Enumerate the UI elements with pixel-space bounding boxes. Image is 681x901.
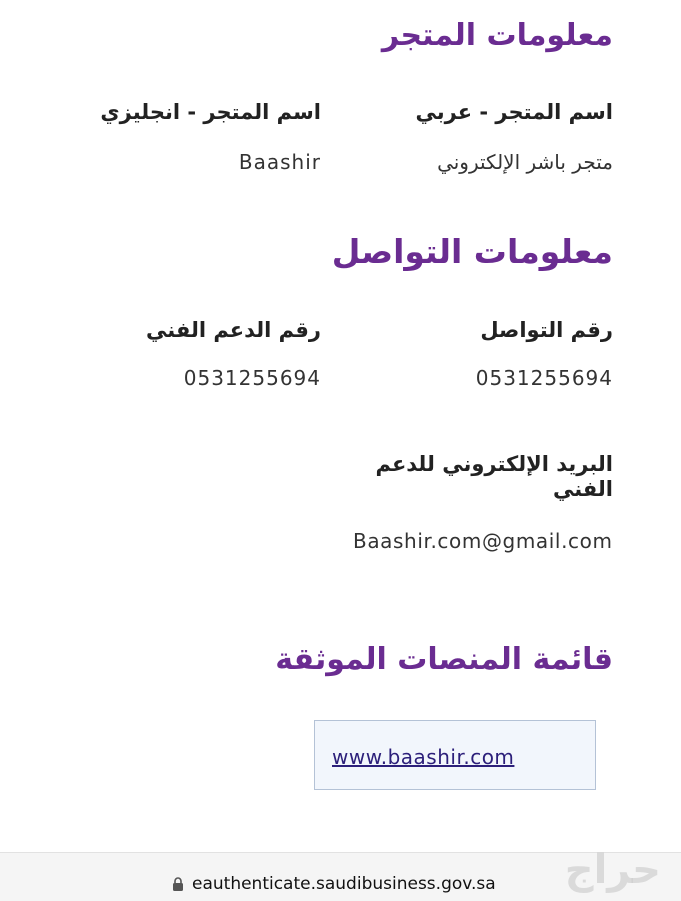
support-number-value: 0531255694 (183, 366, 321, 390)
english-store-name-value: Baashir (238, 150, 321, 174)
contact-info-title: معلومات التواصل (331, 232, 613, 271)
english-store-name-label: اسم المتجر - انجليزي (100, 100, 321, 124)
contact-number-value: 0531255694 (475, 366, 613, 390)
contact-number-label: رقم التواصل (480, 318, 613, 342)
support-email-value: Baashir.com@gmail.com (353, 529, 613, 553)
support-number-label: رقم الدعم الفني (146, 318, 321, 342)
support-email-label: البريد الإلكتروني للدعم الفني (375, 452, 613, 501)
platform-list-box: www.baashir.com (314, 720, 596, 790)
arabic-store-name-value: متجر باشر الإلكتروني (437, 150, 613, 174)
lock-icon (173, 877, 183, 891)
watermark-logo: حراج (564, 847, 661, 893)
platform-link[interactable]: www.baashir.com (332, 745, 514, 769)
store-info-title: معلومات المتجر (381, 18, 613, 53)
url-text[interactable]: eauthenticate.saudibusiness.gov.sa (192, 874, 496, 894)
arabic-store-name-label: اسم المتجر - عربي (415, 100, 613, 124)
verified-platforms-title: قائمة المنصات الموثقة (275, 642, 613, 677)
browser-url-bar[interactable]: حراج eauthenticate.saudibusiness.gov.sa (0, 847, 681, 901)
